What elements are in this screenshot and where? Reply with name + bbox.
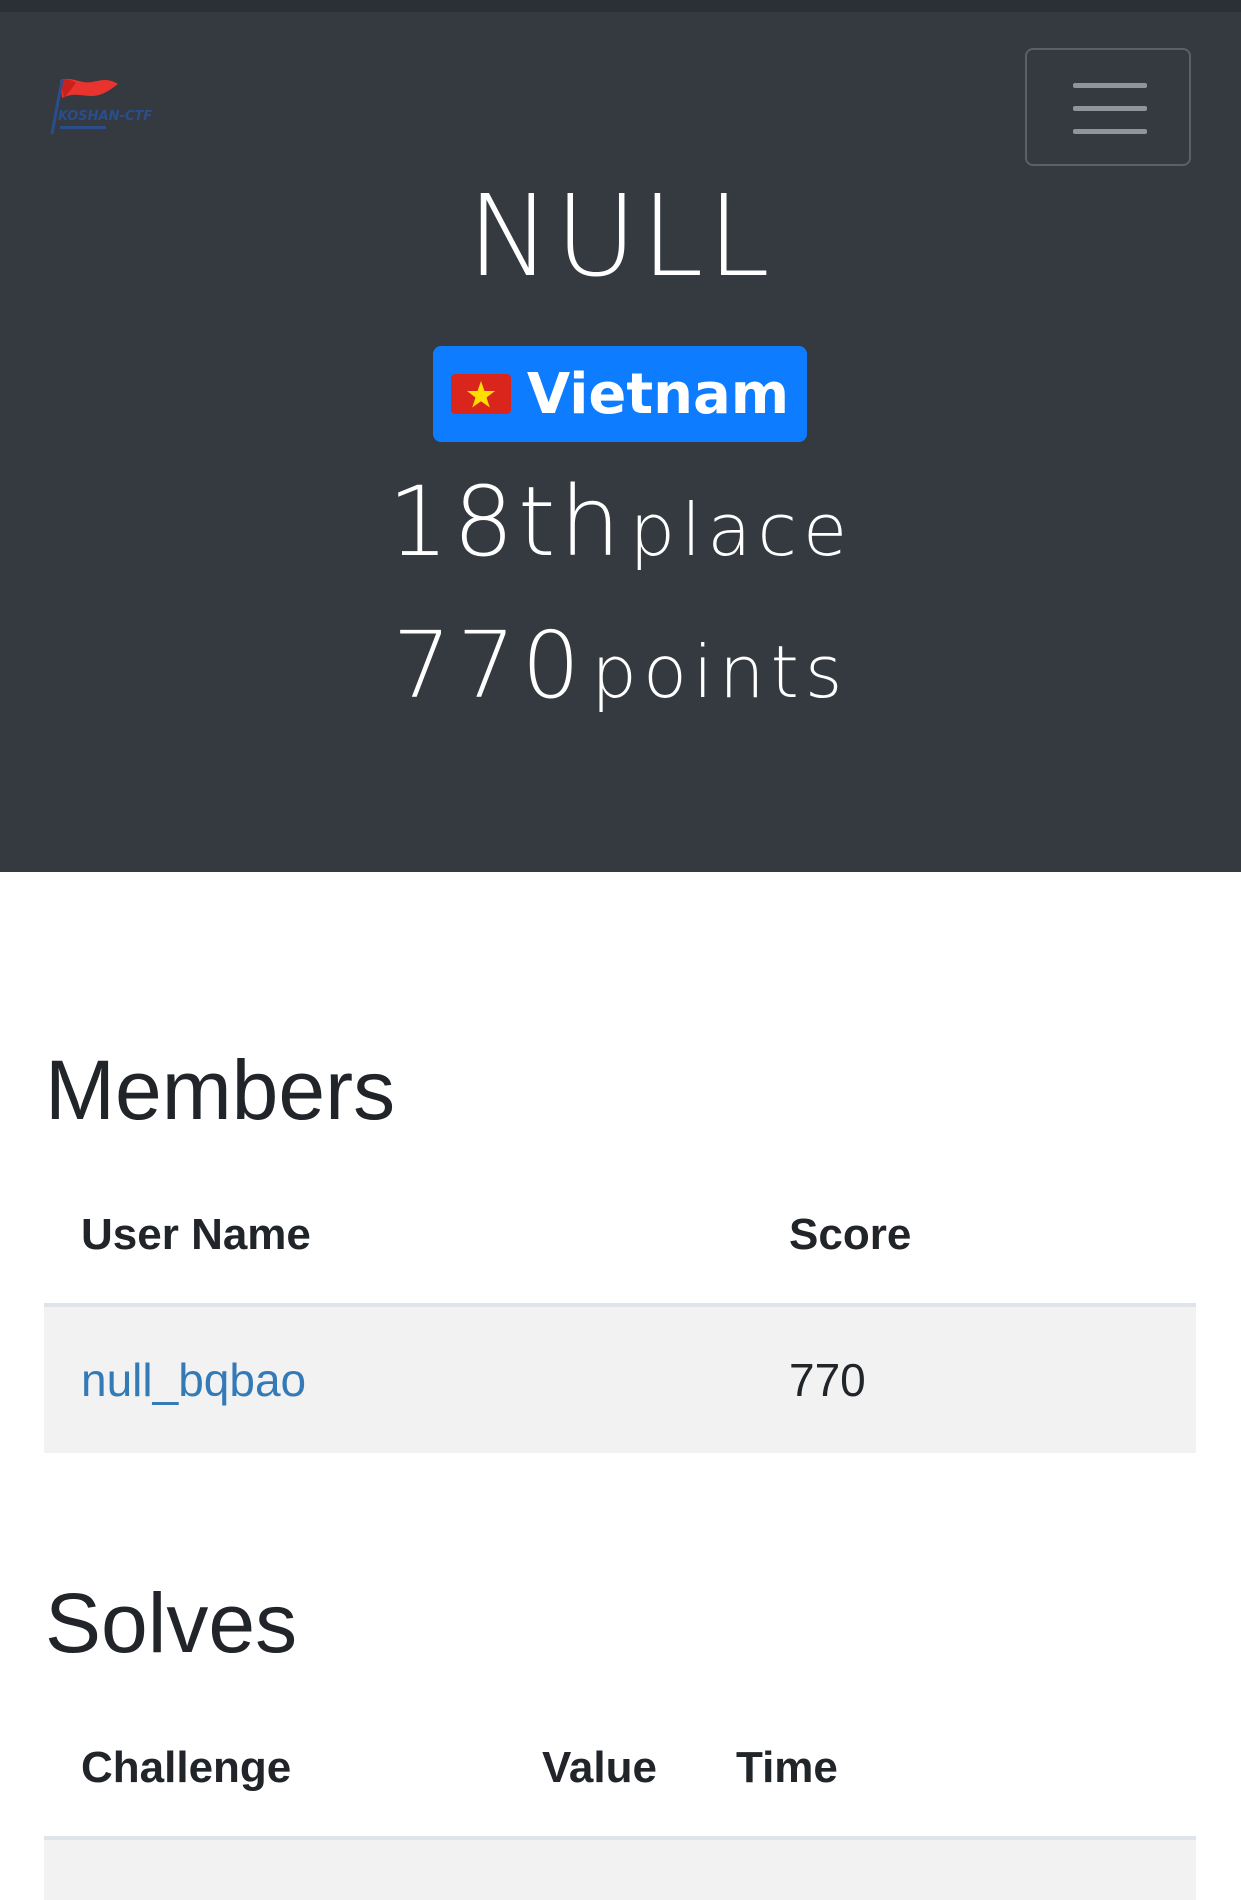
country-badge: Vietnam xyxy=(433,346,807,442)
solves-heading: Solves xyxy=(45,1576,298,1670)
column-header-time: Time xyxy=(736,1743,838,1792)
team-points: 770 points xyxy=(0,616,1241,742)
member-user-link[interactable]: null_bqbao xyxy=(81,1307,306,1453)
hamburger-menu-icon xyxy=(1073,83,1147,88)
country-name: Vietnam xyxy=(526,361,790,427)
navbar-toggle-button[interactable] xyxy=(1025,48,1191,166)
hamburger-menu-icon xyxy=(1073,129,1147,134)
column-header-score: Score xyxy=(789,1210,912,1259)
column-header-value: Value xyxy=(542,1743,657,1792)
vietnam-flag-icon xyxy=(450,374,511,414)
members-table-header: User Name Score xyxy=(44,1165,1196,1307)
hamburger-menu-icon xyxy=(1073,106,1147,111)
place-label: place xyxy=(629,488,854,572)
solves-table: Challenge Value Time xyxy=(44,1698,1196,1900)
team-header: KOSHAN-CTF NULL Vietnam 18th place 770 p… xyxy=(0,12,1241,872)
site-logo[interactable]: KOSHAN-CTF xyxy=(46,74,161,142)
team-place: 18th place xyxy=(0,472,1241,600)
member-score: 770 xyxy=(789,1354,866,1406)
place-number: 18th xyxy=(387,466,625,578)
members-heading: Members xyxy=(45,1043,396,1137)
table-row xyxy=(44,1840,1196,1900)
points-number: 770 xyxy=(392,612,587,719)
column-header-user-name: User Name xyxy=(81,1210,311,1259)
solves-table-header: Challenge Value Time xyxy=(44,1698,1196,1840)
points-label: points xyxy=(591,630,849,714)
red-flag-logo-icon: KOSHAN-CTF xyxy=(50,78,152,135)
members-table: User Name Score null_bqbao 770 xyxy=(44,1165,1196,1453)
column-header-challenge: Challenge xyxy=(81,1743,292,1792)
team-name: NULL xyxy=(467,172,774,302)
svg-text:KOSHAN-CTF: KOSHAN-CTF xyxy=(58,109,152,124)
table-row: null_bqbao 770 xyxy=(44,1307,1196,1453)
